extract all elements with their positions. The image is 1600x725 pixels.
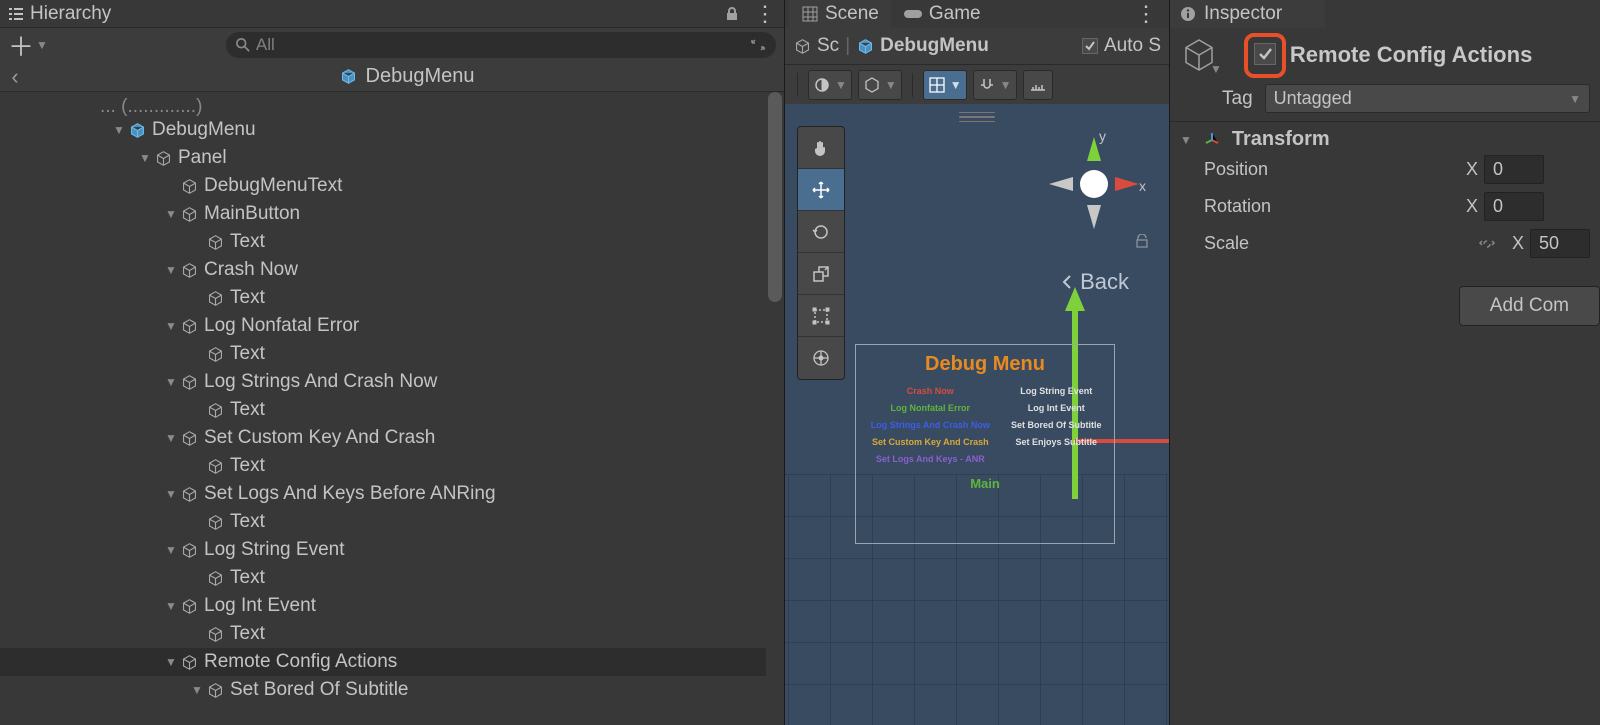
position-x[interactable]: 0 xyxy=(1484,155,1544,184)
enabled-checkbox[interactable] xyxy=(1250,39,1280,72)
hand-tool[interactable] xyxy=(798,127,844,169)
hierarchy-item[interactable]: ▼Panel xyxy=(0,144,784,172)
hierarchy-item[interactable]: Text xyxy=(0,452,784,480)
lock-icon[interactable] xyxy=(1135,234,1149,248)
hierarchy-item[interactable]: ▼Log Nonfatal Error xyxy=(0,312,784,340)
hierarchy-item[interactable]: ▼DebugMenu xyxy=(0,116,784,144)
main-label: Main xyxy=(856,464,1114,491)
hierarchy-item[interactable]: ▼Set Bored Of Subtitle xyxy=(0,676,784,704)
scene-crumb[interactable]: DebugMenu xyxy=(880,35,989,57)
inspector-panel: Inspector ▼ Remote Config Actions Tag Un… xyxy=(1170,0,1600,725)
tab-game[interactable]: Game xyxy=(891,0,993,29)
position-label: Position xyxy=(1204,159,1454,180)
snap-button[interactable]: ▼ xyxy=(973,70,1017,100)
hierarchy-item[interactable]: Text xyxy=(0,508,784,536)
hierarchy-title: Hierarchy xyxy=(8,3,724,25)
grid-icon xyxy=(801,5,819,23)
transform-icon xyxy=(1202,130,1222,150)
truncated-row: ... (.............) xyxy=(0,96,784,116)
draw-mode-button[interactable]: ▼ xyxy=(858,70,902,100)
scene-panel: Scene Game ⋮ Sc | DebugMenu Auto S ▼ ▼ ▼… xyxy=(785,0,1170,725)
search-icon xyxy=(236,38,250,52)
transform-tool[interactable] xyxy=(798,337,844,379)
hierarchy-item[interactable]: ▼Log Strings And Crash Now xyxy=(0,368,784,396)
hierarchy-item[interactable]: ▼MainButton xyxy=(0,200,784,228)
hierarchy-panel: Hierarchy ⋮ ＋▼ All ‹ DebugMenu ... (....… xyxy=(0,0,785,725)
rotate-tool[interactable] xyxy=(798,211,844,253)
hierarchy-item[interactable]: Text xyxy=(0,228,784,256)
expand-icon[interactable] xyxy=(750,37,766,53)
tab-inspector[interactable]: Inspector xyxy=(1170,0,1325,28)
gameobject-name[interactable]: Remote Config Actions xyxy=(1290,42,1532,68)
transform-component: ▼ Transform Position X 0 Rotation X 0 Sc… xyxy=(1170,121,1600,268)
tab-scene[interactable]: Scene xyxy=(789,0,891,29)
hierarchy-item[interactable]: Text xyxy=(0,284,784,312)
hierarchy-item[interactable]: Text xyxy=(0,620,784,648)
rotation-label: Rotation xyxy=(1204,196,1454,217)
hierarchy-tree: ... (.............) ▼DebugMenu▼PanelDebu… xyxy=(0,92,784,725)
scene-toolbar: ▼ ▼ ▼ ▼ xyxy=(785,64,1169,104)
move-tool[interactable] xyxy=(798,169,844,211)
tag-dropdown[interactable]: Untagged▼ xyxy=(1265,84,1590,113)
breadcrumb-back[interactable]: ‹ xyxy=(0,64,30,90)
breadcrumb-current[interactable]: DebugMenu xyxy=(30,65,784,88)
rect-tool[interactable] xyxy=(798,295,844,337)
auto-checkbox[interactable] xyxy=(1082,38,1098,54)
svg-text:x: x xyxy=(1139,178,1146,194)
lock-icon[interactable] xyxy=(724,6,740,22)
hierarchy-item[interactable]: ▼Crash Now xyxy=(0,256,784,284)
foldout-icon[interactable]: ▼ xyxy=(1180,133,1192,147)
scale-label: Scale xyxy=(1204,233,1454,254)
tag-label: Tag xyxy=(1222,88,1253,110)
hierarchy-item[interactable]: Text xyxy=(0,396,784,424)
hierarchy-search[interactable]: All xyxy=(226,32,776,58)
gamepad-icon xyxy=(903,7,923,21)
scale-tool[interactable] xyxy=(798,253,844,295)
y-axis-arrow xyxy=(1065,287,1085,311)
shading-button[interactable]: ▼ xyxy=(808,70,852,100)
scene-viewport[interactable]: y x Back Debug Menu Crash NowLog Nonfata… xyxy=(785,104,1169,725)
list-icon xyxy=(8,6,24,22)
info-icon xyxy=(1180,6,1196,22)
kebab-icon[interactable]: ⋮ xyxy=(1135,1,1165,27)
hierarchy-item[interactable]: ▼Set Custom Key And Crash xyxy=(0,424,784,452)
hierarchy-item[interactable]: ▼Set Logs And Keys Before ANRing xyxy=(0,480,784,508)
scale-x[interactable]: 50 xyxy=(1530,229,1590,258)
orientation-gizmo[interactable]: y x xyxy=(1039,129,1149,239)
debug-menu-preview: Debug Menu Crash NowLog Nonfatal ErrorLo… xyxy=(855,344,1115,544)
scene-crumb-short: Sc xyxy=(817,35,839,57)
kebab-icon[interactable]: ⋮ xyxy=(754,8,776,20)
hierarchy-item[interactable]: DebugMenuText xyxy=(0,172,784,200)
auto-label: Auto S xyxy=(1104,35,1161,57)
hierarchy-item[interactable]: Text xyxy=(0,340,784,368)
increment-button[interactable] xyxy=(1023,70,1053,100)
add-component-button[interactable]: Add Com xyxy=(1459,286,1600,326)
debug-title: Debug Menu xyxy=(856,345,1114,386)
scene-tools xyxy=(797,126,845,380)
rotation-x[interactable]: 0 xyxy=(1484,192,1544,221)
hierarchy-item[interactable]: ▼Log Int Event xyxy=(0,592,784,620)
link-icon[interactable] xyxy=(1478,235,1496,253)
hierarchy-item[interactable]: ▼Log String Event xyxy=(0,536,784,564)
svg-text:y: y xyxy=(1099,129,1106,144)
grid-toggle[interactable]: ▼ xyxy=(923,70,967,100)
create-button[interactable]: ＋▼ xyxy=(8,27,48,64)
hierarchy-item[interactable]: Text xyxy=(0,564,784,592)
hierarchy-item[interactable]: ▼Remote Config Actions xyxy=(0,648,784,676)
hierarchy-scrollbar[interactable] xyxy=(766,92,784,725)
